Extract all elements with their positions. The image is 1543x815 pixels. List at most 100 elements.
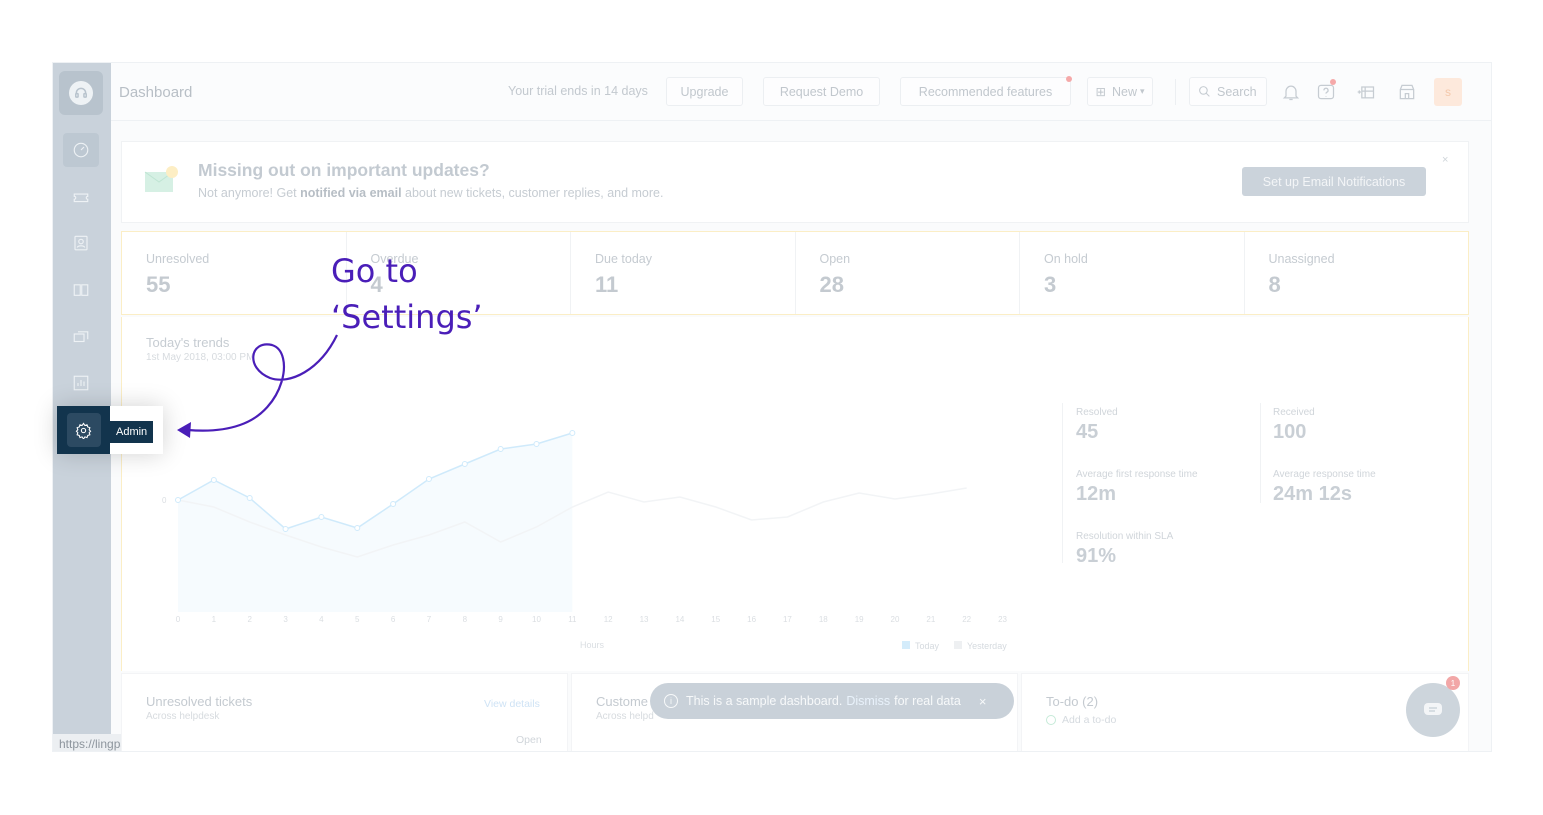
today-point	[246, 495, 253, 501]
request-demo-button[interactable]: Request Demo	[763, 77, 880, 106]
stat-value: 28	[819, 272, 844, 297]
help-notification-dot	[1330, 79, 1336, 85]
metric-label-avg-response: Average response time	[1273, 469, 1376, 480]
x-tick-label: 14	[675, 615, 684, 624]
x-tick-label: 12	[604, 615, 613, 624]
annotation-text: Go to ‘Settings’	[331, 248, 483, 340]
stat-label: Unresolved	[146, 252, 210, 266]
stat-label: Due today	[595, 252, 652, 266]
chat-icon	[1424, 703, 1442, 715]
annotation-line1: Go to	[331, 252, 418, 290]
todays-trends-panel: Today's trends 1st May 2018, 03:00 PM 01…	[121, 317, 1469, 671]
new-label: New	[1111, 84, 1137, 99]
info-icon: i	[664, 694, 678, 708]
sidebar-item-contacts[interactable]	[63, 226, 99, 260]
sidebar-item-solutions[interactable]	[63, 273, 99, 307]
metric-label-resolved: Resolved	[1076, 407, 1118, 418]
today-point	[354, 525, 361, 531]
legend-swatch	[954, 641, 962, 649]
sidebar-item-tickets[interactable]	[63, 180, 99, 214]
close-icon[interactable]: ×	[979, 694, 987, 709]
plus-circle-icon	[1046, 715, 1056, 725]
x-tick-label: 18	[819, 615, 828, 624]
stat-value: 55	[146, 272, 171, 297]
new-button[interactable]: ⊞ New ▾	[1087, 77, 1153, 106]
stat-on-hold[interactable]: On hold 3	[1020, 232, 1245, 314]
stat-unassigned[interactable]: Unassigned 8	[1245, 232, 1469, 314]
dismiss-link[interactable]: Dismiss	[846, 694, 890, 708]
sidebar-item-dashboard[interactable]	[63, 133, 99, 167]
avatar[interactable]: s	[1434, 78, 1462, 106]
email-notification-banner: Missing out on important updates? Not an…	[121, 141, 1469, 223]
trend-chart: 0 1 2 3 4 5 6 7 8 9 10 11 12 13 14 15 16 17 18 19 20 21 22 230H…	[162, 430, 1008, 651]
x-tick-label: 9	[498, 615, 503, 624]
legend-swatch	[902, 641, 910, 649]
annotation-line2: ‘Settings’	[331, 298, 483, 336]
open-column-label: Open	[516, 734, 542, 746]
today-point	[175, 497, 181, 503]
top-bar: Dashboard Your trial ends in 14 days Upg…	[111, 63, 1491, 121]
app-logo[interactable]	[59, 71, 103, 115]
add-widget-icon[interactable]	[1353, 79, 1379, 105]
trial-text: Your trial ends in 14 days	[508, 84, 648, 98]
bell-icon[interactable]	[1278, 79, 1304, 105]
divider	[1260, 403, 1261, 503]
stat-label: Open	[819, 252, 851, 266]
recommended-features-button[interactable]: Recommended features	[900, 77, 1071, 106]
metric-label-received: Received	[1273, 407, 1315, 418]
x-tick-label: 11	[568, 615, 577, 624]
search-icon	[1199, 86, 1210, 97]
stat-label: On hold	[1044, 252, 1088, 266]
metric-label-first-response: Average first response time	[1076, 469, 1198, 480]
x-tick-label: 7	[427, 615, 432, 624]
chat-button[interactable]	[1406, 683, 1460, 737]
x-tick-label: 8	[463, 615, 468, 624]
admin-tooltip: Admin	[110, 421, 154, 443]
todo-card: To-do (2) Add a to-do	[1021, 673, 1469, 751]
x-tick-label: 0	[176, 615, 181, 624]
gear-icon	[66, 413, 101, 447]
sidebar-item-reports[interactable]	[63, 366, 99, 400]
forum-icon	[73, 331, 89, 343]
legend-label: Today	[915, 641, 940, 651]
sidebar-item-admin[interactable]	[57, 406, 110, 454]
chevron-down-icon: ▾	[1139, 86, 1145, 96]
card-subtitle: Across helpd	[596, 711, 654, 722]
x-tick-label: 22	[962, 615, 971, 624]
metric-label-sla: Resolution within SLA	[1076, 531, 1174, 542]
card-title: Custome	[596, 694, 649, 709]
banner-text-prefix: Not anymore! Get	[198, 186, 301, 200]
stat-unresolved[interactable]: Unresolved 55	[122, 232, 347, 314]
sidebar-item-forums[interactable]	[63, 320, 99, 354]
card-subtitle: Across helpdesk	[146, 711, 220, 722]
today-point	[533, 441, 540, 447]
stat-value: 3	[1044, 272, 1057, 297]
setup-email-notifications-button[interactable]: Set up Email Notifications	[1242, 167, 1426, 196]
upgrade-button[interactable]: Upgrade	[666, 77, 743, 106]
today-point	[282, 526, 289, 532]
banner-text: Not anymore! Get notified via email abou…	[198, 186, 663, 200]
view-details-link[interactable]: View details	[484, 698, 540, 710]
banner-text-bold: notified via email	[300, 186, 402, 200]
y-tick-label: 0	[162, 496, 167, 505]
x-tick-label: 21	[926, 615, 935, 624]
marketplace-icon[interactable]	[1394, 79, 1420, 105]
stat-due-today[interactable]: Due today 11	[571, 232, 796, 314]
banner-title: Missing out on important updates?	[198, 160, 490, 180]
x-tick-label: 10	[532, 615, 541, 624]
headset-icon	[69, 81, 93, 105]
add-todo[interactable]: Add a to-do	[1046, 714, 1116, 726]
banner-text-suffix: about new tickets, customer replies, and…	[401, 186, 664, 200]
x-tick-label: 13	[640, 615, 649, 624]
stat-value: 11	[595, 272, 619, 297]
x-tick-label: 17	[783, 615, 792, 624]
close-icon[interactable]: ×	[1442, 154, 1448, 166]
search-input[interactable]: Search	[1189, 77, 1267, 106]
legend-label: Yesterday	[967, 641, 1007, 651]
today-point	[425, 476, 432, 482]
today-area	[178, 433, 573, 612]
x-tick-label: 15	[711, 615, 720, 624]
toast-suffix: for real data	[894, 694, 961, 708]
x-tick-label: 2	[247, 615, 252, 624]
stat-open[interactable]: Open 28	[796, 232, 1020, 314]
